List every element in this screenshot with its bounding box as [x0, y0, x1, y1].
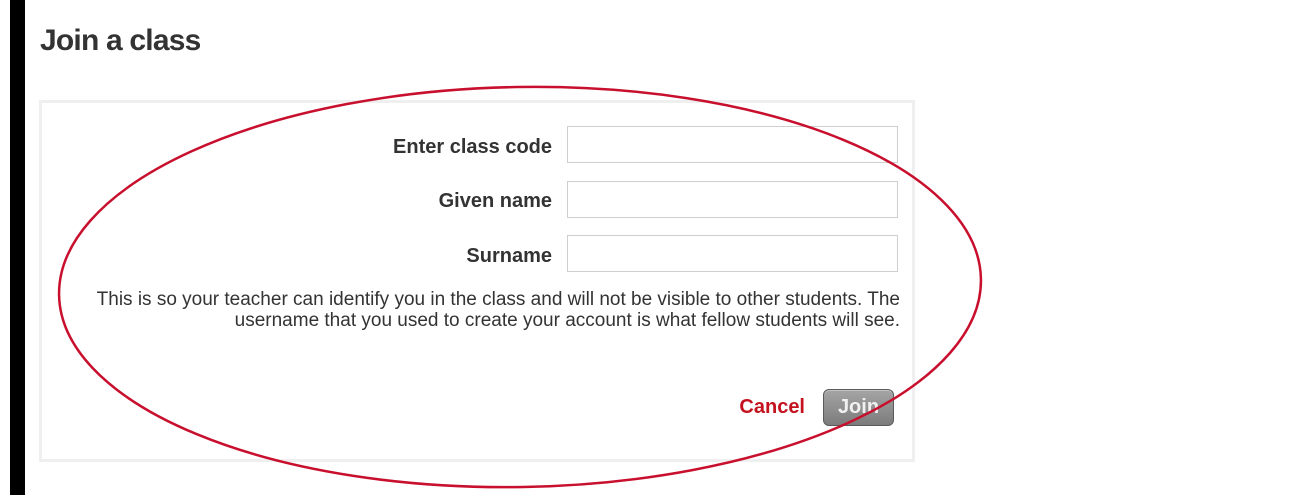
given-name-input[interactable] [567, 181, 898, 218]
join-class-page: Join a class Enter class code Given name… [0, 0, 1311, 495]
join-button[interactable]: Join [823, 389, 894, 426]
left-edge-bar [10, 0, 25, 495]
surname-input[interactable] [567, 235, 898, 272]
class-code-label: Enter class code [393, 136, 552, 158]
privacy-help-text: This is so your teacher can identify you… [96, 289, 900, 331]
cancel-link[interactable]: Cancel [739, 396, 805, 419]
page-title: Join a class [40, 24, 201, 57]
form-actions: Cancel Join [739, 389, 894, 426]
join-class-form-panel: Enter class code Given name Surname This… [39, 100, 915, 462]
given-name-label: Given name [438, 190, 552, 212]
surname-label: Surname [466, 245, 552, 267]
class-code-input[interactable] [567, 126, 898, 163]
